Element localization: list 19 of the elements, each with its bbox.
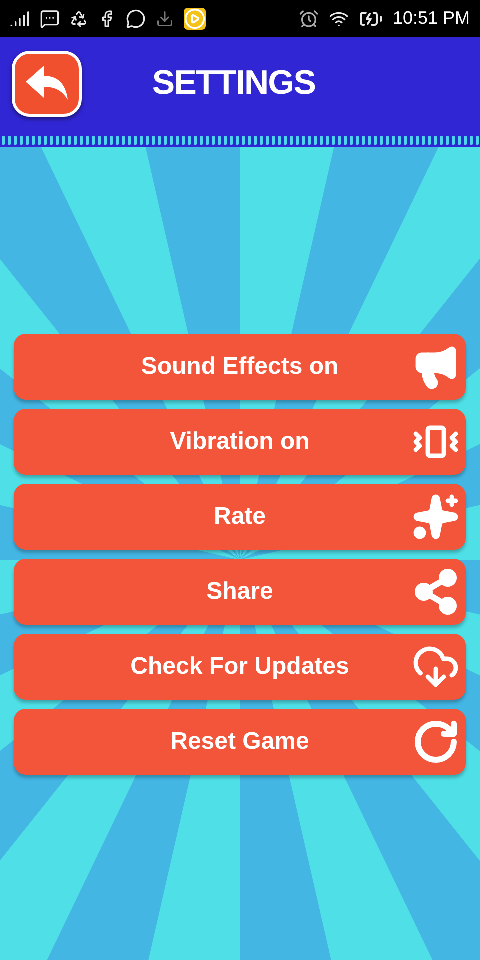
back-button[interactable] xyxy=(12,50,82,116)
message-icon xyxy=(40,8,60,28)
share-icon xyxy=(412,568,460,616)
app-icon xyxy=(184,8,206,30)
menu-button[interactable]: Sound Effects on xyxy=(14,334,466,400)
menu-button[interactable]: Rate xyxy=(14,484,466,550)
chat-icon xyxy=(126,8,146,28)
menu-button[interactable]: Vibration on xyxy=(14,409,466,475)
sync-icon xyxy=(70,10,88,28)
download-icon xyxy=(156,10,174,28)
reset-icon xyxy=(412,718,460,766)
alarm-icon xyxy=(298,8,319,28)
menu-button[interactable]: Reset Game xyxy=(14,709,466,775)
status-time: 10:51 PM xyxy=(392,7,470,30)
screen-title: SETTINGS xyxy=(151,63,317,104)
menu-button[interactable]: Share xyxy=(14,559,466,625)
stars-icon xyxy=(412,493,460,541)
signal-icon xyxy=(10,8,30,28)
menu-button[interactable]: Check For Updates xyxy=(14,634,466,700)
